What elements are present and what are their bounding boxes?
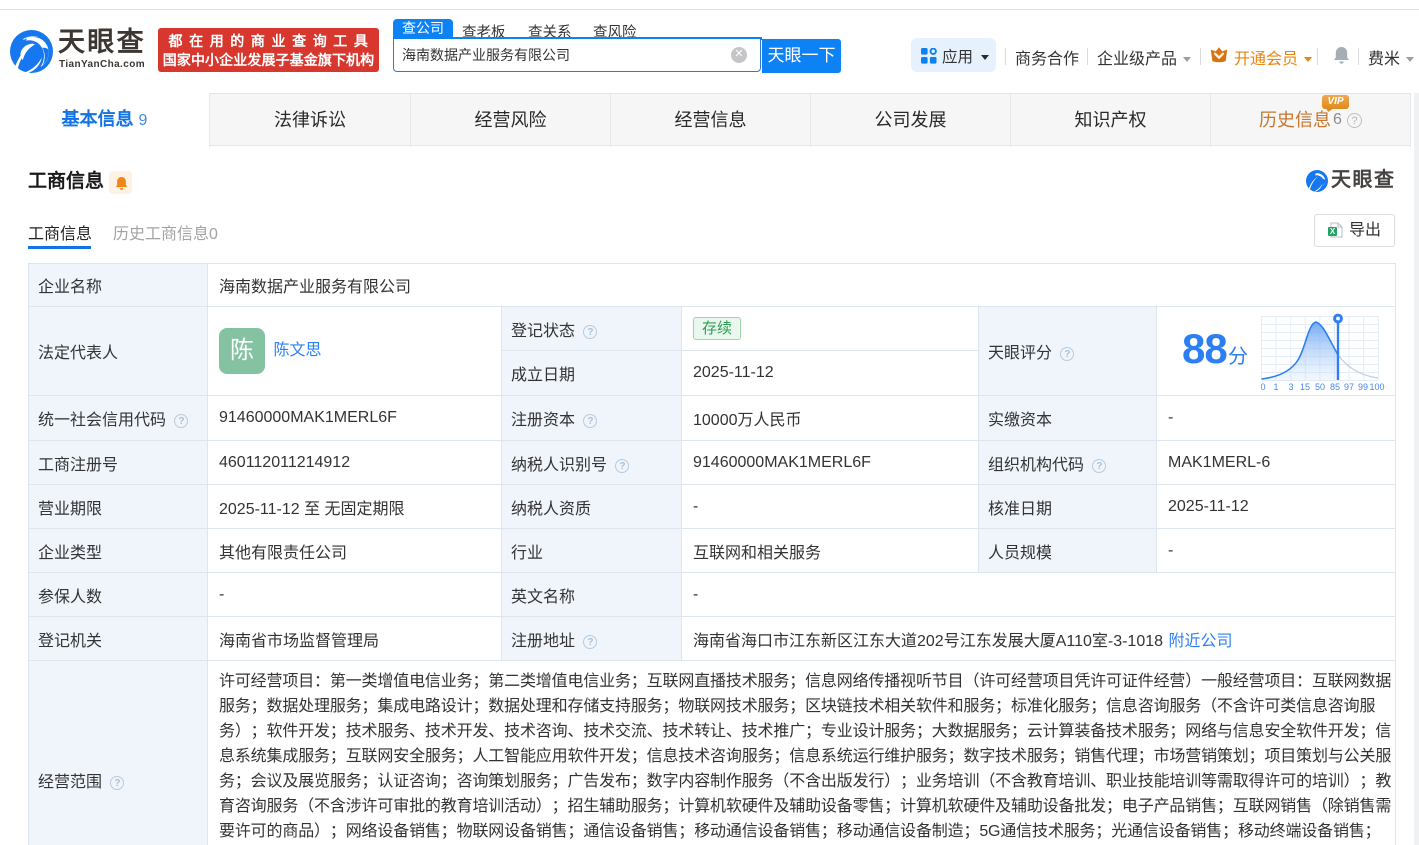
svg-text:X: X [1330,227,1336,236]
svg-text:1: 1 [1273,382,1278,392]
svg-text:15: 15 [1300,382,1310,392]
svg-text:85: 85 [1330,382,1340,392]
svg-text:97: 97 [1344,382,1354,392]
svg-text:99: 99 [1358,382,1368,392]
svg-text:0: 0 [1261,382,1266,392]
svg-text:3: 3 [1288,382,1293,392]
svg-text:100: 100 [1369,382,1384,392]
svg-text:50: 50 [1315,382,1325,392]
